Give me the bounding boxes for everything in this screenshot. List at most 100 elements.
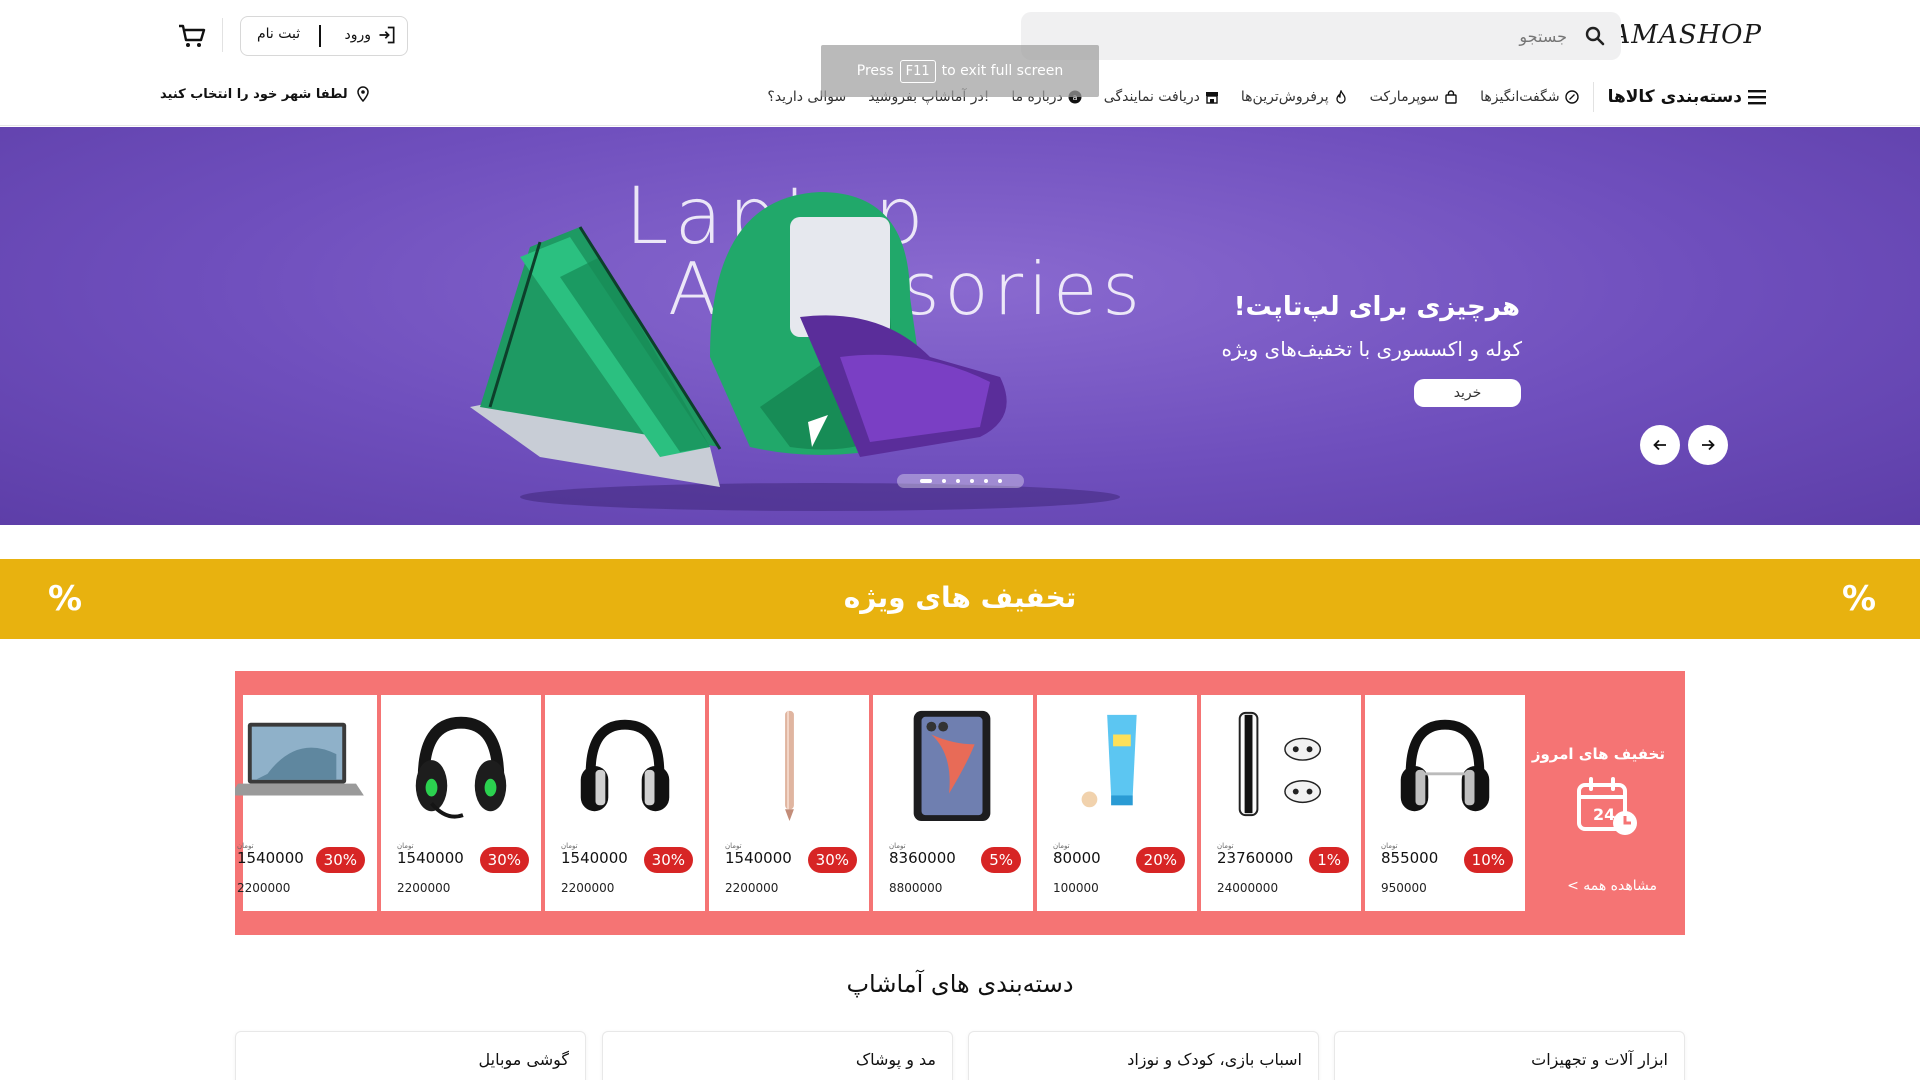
hero-next-button[interactable] — [1688, 425, 1728, 465]
old-price: 950000 — [1381, 881, 1427, 895]
search-input[interactable] — [1067, 22, 1567, 50]
nav-categories-label: دسته‌بندی کالاها — [1607, 87, 1742, 107]
hero-slide-dot[interactable] — [955, 479, 960, 483]
discount-badge: 30% — [479, 847, 529, 873]
price: 1540000 — [397, 849, 464, 867]
fire-icon — [1335, 90, 1346, 104]
special-offers-title: تخفیف های ویژه — [843, 581, 1077, 614]
fullscreen-notice: Press F11 to exit full screen — [821, 45, 1099, 97]
category-label: ابزار آلات و تجهیزات — [1531, 1050, 1668, 1069]
deal-card[interactable]: 5% تومان 8360000 8800000 — [873, 695, 1033, 911]
fullscreen-notice-press: Press — [856, 63, 894, 79]
cart-icon[interactable] — [176, 20, 208, 52]
old-price: 2200000 — [561, 881, 615, 895]
discount-badge: 10% — [1463, 847, 1513, 873]
product-image — [580, 719, 670, 812]
hero-slide-dot[interactable] — [919, 479, 932, 483]
percent-symbol-right: % — [1842, 579, 1877, 619]
hero-slide-dot[interactable] — [969, 479, 974, 483]
deal-card[interactable]: 30% تومان 1540000 2200000 — [381, 695, 541, 911]
menu-icon — [1748, 90, 1766, 105]
deal-card[interactable]: 30% تومان 1540000 2200000 — [235, 695, 377, 911]
nav-item-label: شگفت‌انگیزها — [1480, 89, 1560, 105]
product-image — [1081, 714, 1137, 808]
old-price: 2200000 — [725, 881, 779, 895]
calendar-day: 24 — [1593, 805, 1615, 824]
nav-item-label: سوپرمارکت — [1369, 89, 1440, 105]
nav-categories[interactable]: دسته‌بندی کالاها — [1592, 82, 1766, 112]
store-icon — [1205, 92, 1218, 104]
category-card[interactable]: گوشی موبایل — [235, 1031, 586, 1080]
city-selector[interactable]: لطفا شهر خود را انتخاب کنید — [160, 86, 370, 102]
arrow-right-icon — [1702, 439, 1715, 451]
product-image — [235, 722, 364, 796]
nav-item-label: دریافت نمایندگی — [1103, 89, 1200, 105]
old-price: 2200000 — [397, 881, 451, 895]
categories-heading: دسته‌بندی های آماشاپ — [846, 970, 1074, 998]
price: 23760000 — [1217, 849, 1294, 867]
category-card[interactable]: ابزار آلات و تجهیزات — [1334, 1031, 1685, 1080]
hero-slide-dot[interactable] — [997, 479, 1002, 483]
category-label: اسباب بازی، کودک و نوزاد — [1127, 1050, 1302, 1069]
nav-item-bestsellers[interactable]: پرفروش‌ترین‌ها — [1241, 89, 1348, 105]
auth-box: ورود ثبت نام — [240, 16, 408, 56]
old-price: 2200000 — [237, 881, 291, 895]
nav-item-label: پرفروش‌ترین‌ها — [1240, 89, 1329, 105]
discount-badge: 30% — [643, 847, 693, 873]
old-price: 24000000 — [1217, 881, 1279, 895]
product-image — [785, 710, 794, 822]
nav-item-supermarket[interactable]: سوپرمارکت — [1370, 89, 1459, 105]
hero-subtitle: کوله و اکسسوری با تخفیف‌های ویژه — [1221, 337, 1522, 361]
price: 8360000 — [889, 849, 956, 867]
deal-cards: 10% تومان 855000 950000 1% تومان 23760000 24000… — [235, 695, 1525, 911]
hero-slide-dot[interactable] — [983, 479, 988, 483]
old-price: 8800000 — [889, 881, 943, 895]
hero-banner[interactable]: Laptop Accessories هرچیزی برای لپ‌تاپت! … — [0, 127, 1920, 525]
login-label: ورود — [344, 27, 371, 43]
auth-divider — [319, 25, 321, 47]
category-card[interactable]: مد و پوشاک — [602, 1031, 953, 1080]
hero-pagination — [897, 474, 1024, 488]
calendar-clock-icon: 24 — [1577, 777, 1637, 835]
city-label: لطفا شهر خود را انتخاب کنید — [160, 86, 348, 102]
deals-header: تخفیف های امروز 24 مشاهده همه > — [1525, 671, 1685, 935]
hero-slide-dot[interactable] — [941, 479, 946, 483]
price: 1540000 — [561, 849, 628, 867]
nav-item-amazing-offers[interactable]: شگفت‌انگیزها — [1480, 89, 1579, 105]
hero-buy-button[interactable]: خرید — [1414, 379, 1521, 407]
deal-card[interactable]: 30% تومان 1540000 2200000 — [545, 695, 705, 911]
nav-item-dealership[interactable]: دریافت نمایندگی — [1104, 89, 1219, 105]
price: 80000 — [1053, 849, 1101, 867]
search-bar[interactable] — [1021, 12, 1621, 60]
deal-card[interactable]: 1% تومان 23760000 24000000 — [1201, 695, 1361, 911]
percent-circle-icon — [1564, 90, 1579, 104]
todays-deals: تخفیف های امروز 24 مشاهده همه > 10% تومان… — [235, 671, 1685, 935]
arrow-left-icon — [1653, 439, 1666, 451]
view-all-link[interactable]: مشاهده همه > — [1567, 878, 1657, 894]
shopping-bag-icon — [1445, 90, 1457, 104]
category-label: گوشی موبایل — [478, 1050, 569, 1069]
login-button[interactable]: ورود — [344, 25, 397, 45]
deal-card[interactable]: 30% تومان 1540000 2200000 — [709, 695, 869, 911]
discount-badge: 30% — [315, 847, 365, 873]
category-label: مد و پوشاک — [855, 1050, 936, 1069]
category-card[interactable]: اسباب بازی، کودک و نوزاد — [968, 1031, 1319, 1080]
register-button[interactable]: ثبت نام — [257, 26, 300, 42]
header-divider — [222, 18, 223, 52]
deal-card[interactable]: 20% تومان 80000 100000 — [1037, 695, 1197, 911]
hero-prev-button[interactable] — [1640, 425, 1680, 465]
price: 1540000 — [725, 849, 792, 867]
laptop-bag-illustration — [470, 192, 1120, 511]
search-icon[interactable] — [1583, 24, 1607, 48]
location-pin-icon — [356, 86, 369, 102]
price: 1540000 — [237, 849, 304, 867]
price: 855000 — [1381, 849, 1439, 867]
fullscreen-notice-key: F11 — [899, 59, 936, 83]
deal-card[interactable]: 10% تومان 855000 950000 — [1365, 695, 1525, 911]
discount-badge: 30% — [807, 847, 857, 873]
hero-title: هرچیزی برای لپ‌تاپت! — [1233, 292, 1520, 322]
fullscreen-notice-text: to exit full screen — [941, 63, 1064, 79]
deals-title: تخفیف های امروز — [1531, 745, 1665, 763]
site-logo[interactable]: AMASHOP — [1612, 20, 1762, 50]
discount-badge: 20% — [1135, 847, 1185, 873]
